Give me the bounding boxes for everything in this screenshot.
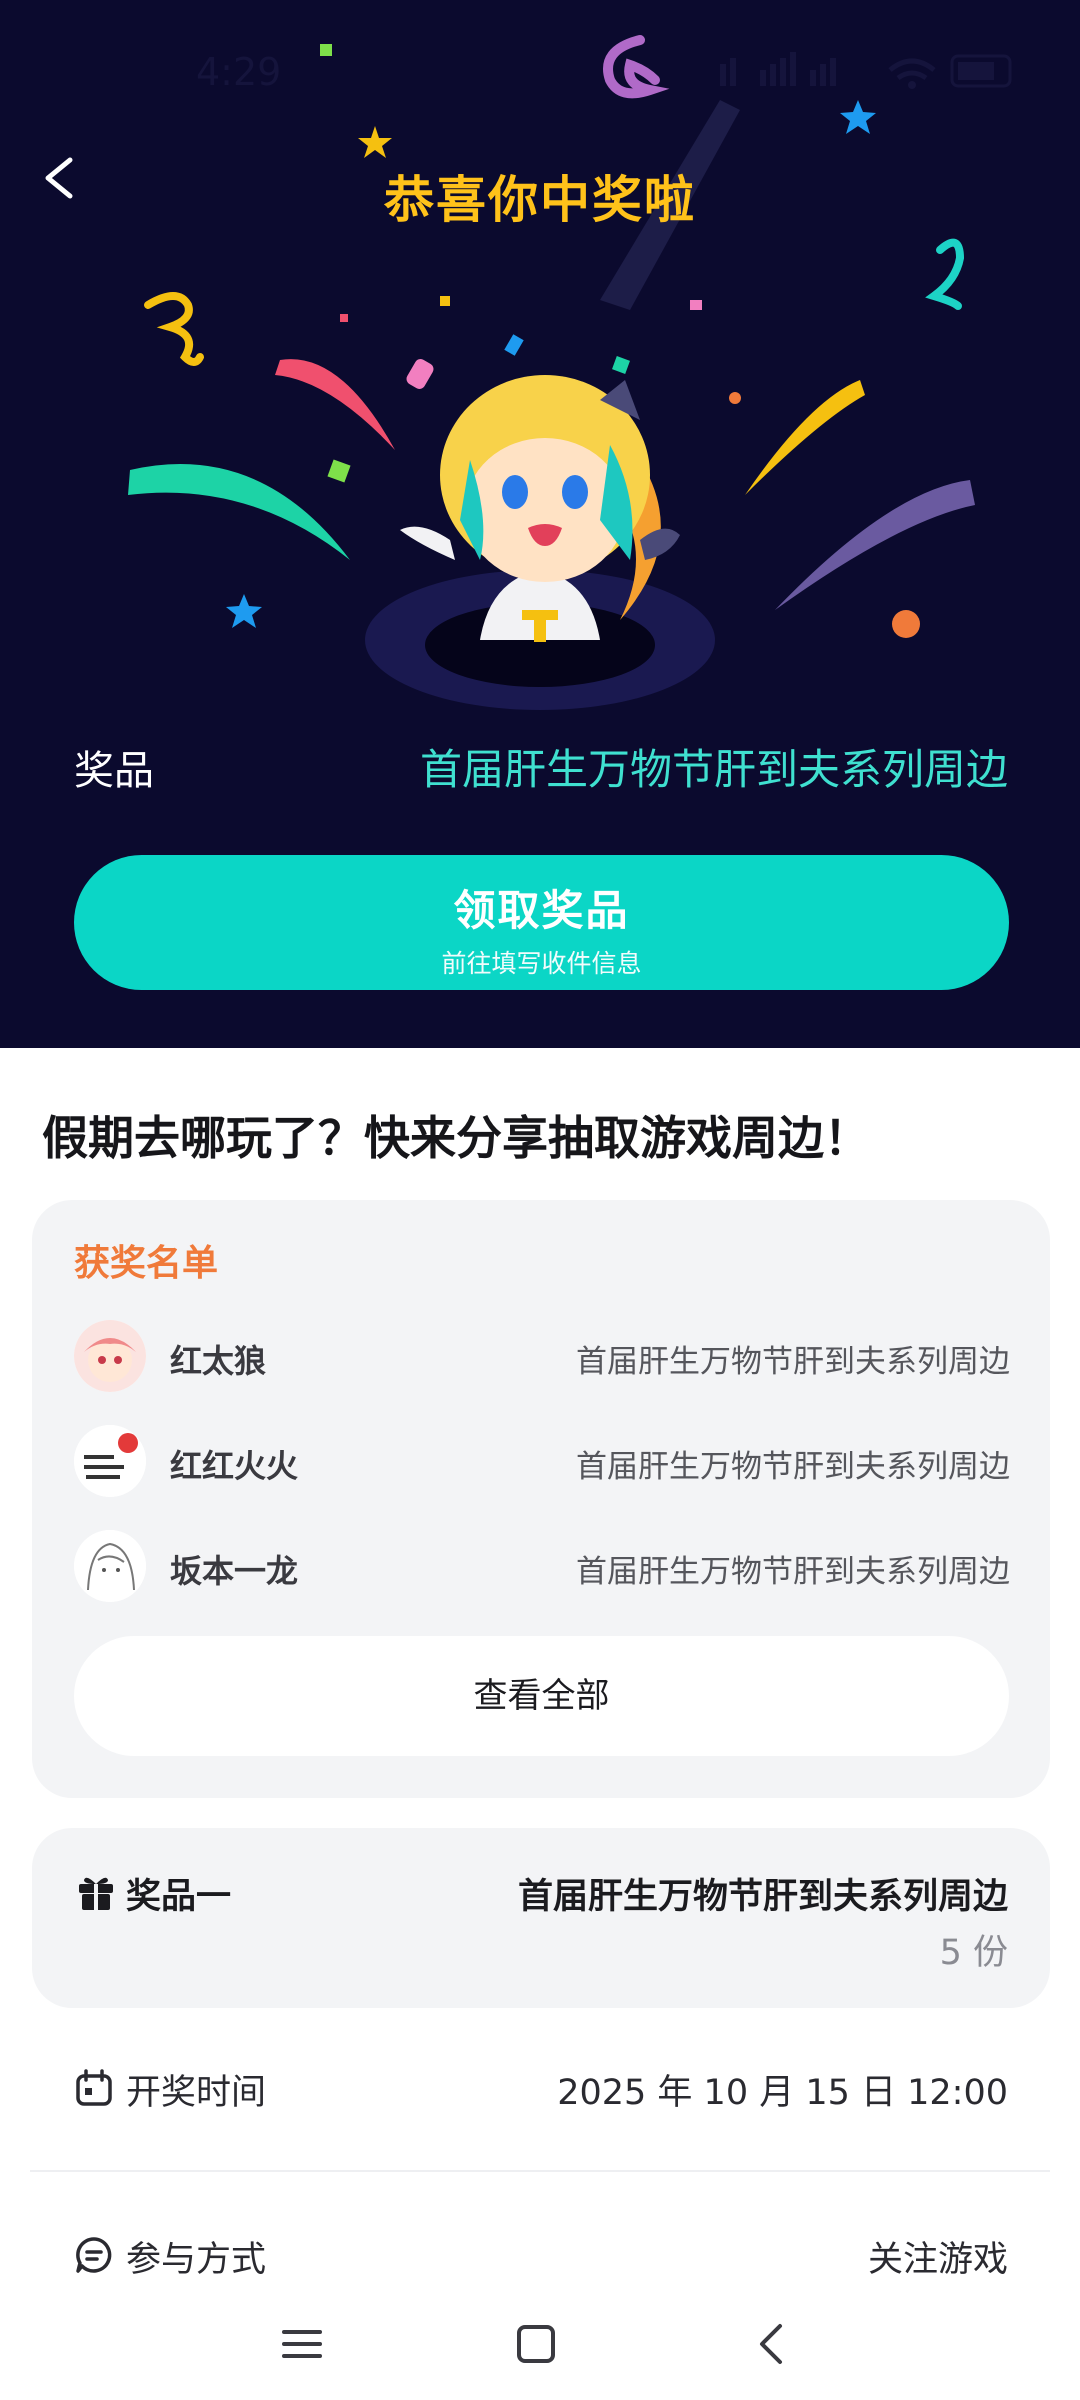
chat-bubble-icon: [76, 2237, 112, 2273]
sketch-avatar: [74, 1530, 146, 1602]
winner-row[interactable]: 坂本一龙 首届肝生万物节肝到夫系列周边: [74, 1530, 1010, 1610]
back-chevron-icon[interactable]: [742, 2314, 802, 2374]
winner-prize: 首届肝生万物节肝到夫系列周边: [576, 1554, 1010, 1590]
prize-label: 奖品: [74, 748, 154, 794]
gift-icon: [79, 1877, 113, 1910]
winner-prize: 首届肝生万物节肝到夫系列周边: [576, 1344, 1010, 1380]
participation-label: 参与方式: [126, 2240, 267, 2280]
draw-time-label: 开奖时间: [126, 2073, 267, 2113]
winner-prize: 首届肝生万物节肝到夫系列周边: [576, 1449, 1010, 1485]
participation-value[interactable]: 关注游戏: [868, 2231, 1008, 2282]
winner-name: 红红火火: [170, 1447, 299, 1485]
activity-title: 假期去哪玩了？快来分享抽取游戏周边！: [42, 1111, 870, 1165]
status-icons: [720, 52, 1012, 89]
home-square-icon[interactable]: [506, 2314, 566, 2374]
draw-time-value: 2025 年 10 月 15 日 12:00: [557, 2073, 1008, 2113]
page-title: 恭喜你中奖啦: [384, 171, 696, 229]
participation-row: 参与方式 关注游戏: [74, 2225, 1008, 2285]
system-nav-bar: [0, 2290, 1080, 2400]
menu-icon[interactable]: [272, 2314, 332, 2374]
winner-row[interactable]: 红红火火 首届肝生万物节肝到夫系列周边: [74, 1425, 1010, 1505]
status-time: 4:29: [196, 50, 282, 94]
winners-card: 获奖名单 红太狼 首届肝生万物节肝到夫系列周边 红红火火 首届肝生万物节肝到夫系…: [32, 1200, 1050, 1798]
anime-girl-avatar: [74, 1320, 146, 1392]
prize-tier-count: 5 份: [939, 1933, 1008, 1973]
draw-time-row: 开奖时间 2025 年 10 月 15 日 12:00: [74, 2058, 1008, 2118]
meme-text-avatar: [74, 1425, 146, 1497]
prize-tier-label: 奖品一: [126, 1877, 232, 1917]
winner-row[interactable]: 红太狼 首届肝生万物节肝到夫系列周边: [74, 1320, 1010, 1400]
divider: [30, 2170, 1050, 2172]
winner-name: 红太狼: [170, 1342, 267, 1380]
claim-button-label: 领取奖品: [453, 886, 630, 935]
view-all-button[interactable]: 查看全部: [74, 1636, 1009, 1756]
winners-heading: 获奖名单: [74, 1243, 219, 1284]
status-bar: 4:29: [0, 0, 1080, 140]
prize-hero: 4:29 恭喜你中奖啦 奖品 首届肝生万物节肝到夫系列周边 领取奖品 前往填写收…: [0, 0, 1080, 1048]
claim-button-sublabel: 前往填写收件信息: [441, 949, 642, 978]
winner-name: 坂本一龙: [170, 1552, 299, 1590]
calendar-icon: [76, 2069, 112, 2106]
claim-prize-button[interactable]: 领取奖品 前往填写收件信息: [74, 855, 1009, 990]
prize-tier-value: 首届肝生万物节肝到夫系列周边: [517, 1877, 1008, 1917]
prize-value: 首届肝生万物节肝到夫系列周边: [419, 745, 1008, 794]
prize-card: 奖品一 首届肝生万物节肝到夫系列周边 5 份: [32, 1828, 1050, 2008]
